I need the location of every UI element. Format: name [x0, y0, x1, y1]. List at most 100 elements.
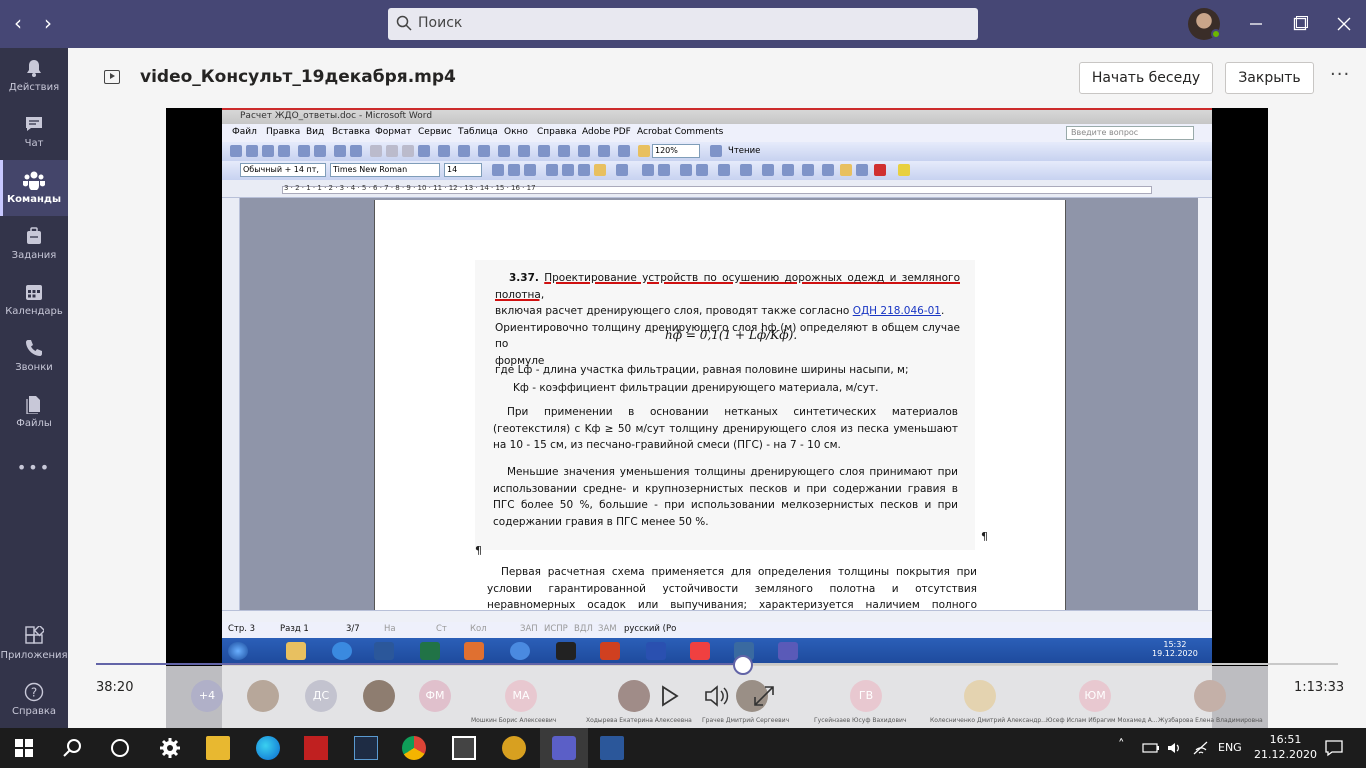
rail-more-button[interactable]: ••• [0, 448, 68, 488]
close-button[interactable]: Закрыть [1225, 62, 1314, 94]
volume-icon[interactable] [700, 680, 732, 712]
participant-avatar[interactable]: ДС [305, 680, 337, 712]
participant-avatar[interactable]: ФМ [419, 680, 451, 712]
zoom-box: 120% [652, 144, 700, 158]
word-ask-box: Введите вопрос [1066, 126, 1194, 140]
chrome-icon[interactable] [402, 736, 426, 760]
lightroom-icon[interactable] [354, 736, 378, 760]
rail-item-assignments[interactable]: Задания [0, 216, 68, 272]
video-editor-icon[interactable] [452, 736, 476, 760]
rail-item-files[interactable]: Файлы [0, 384, 68, 440]
settings-gear-icon[interactable] [158, 736, 182, 760]
presence-status-icon [1211, 29, 1221, 39]
where-line-1: где Lф - длина участка фильтрации, равна… [495, 364, 909, 376]
file-title: video_Консульт_19декабря.mp4 [140, 67, 456, 87]
word-ruler: 3 · 2 · 1 · 1 · 2 · 3 · 4 · 5 · 6 · 7 · … [222, 180, 1212, 198]
start-chat-button[interactable]: Начать беседу [1079, 62, 1213, 94]
participant-avatar[interactable]: ЮМ [1079, 680, 1111, 712]
file-explorer-icon[interactable] [206, 736, 230, 760]
participant-avatar[interactable] [363, 680, 395, 712]
teams-icon [23, 171, 45, 190]
menu-acrobat-comments: Acrobat Comments [637, 127, 724, 137]
rail-item-calls[interactable]: Звонки [0, 328, 68, 384]
windows-start-icon[interactable] [12, 736, 36, 760]
font-size-box: 14 [444, 163, 482, 177]
media-app-icon[interactable] [502, 736, 526, 760]
word-formatting-toolbar: Обычный + 14 пт, Times New Roman 14 [222, 161, 1212, 180]
participant-name: Грачев Дмитрий Сергеевич [702, 717, 790, 724]
title-bar: ‹ › Поиск [0, 0, 1366, 48]
style-box: Обычный + 14 пт, [240, 163, 326, 177]
menu-insert: Вставка [332, 127, 371, 137]
odn-link[interactable]: ОДН 218.046-01 [853, 305, 941, 317]
file-viewer-header: video_Консульт_19декабря.mp4 Начать бесе… [68, 48, 1366, 108]
menu-window: Окно [504, 127, 528, 137]
word-status-bar: Стр. 3 Разд 1 3/7 На Ст Кол ЗАП ИСПР ВДЛ… [222, 622, 1212, 638]
participant-avatar[interactable] [618, 680, 650, 712]
maximize-icon[interactable] [1290, 14, 1310, 34]
rail-item-help[interactable]: ? Справка [0, 672, 68, 728]
paragraph-reduction: Меньшие значения уменьшения толщины дрен… [493, 466, 958, 528]
search-icon [396, 15, 412, 31]
total-duration: 1:13:33 [1294, 680, 1345, 695]
document-page: 3.37. Проектирование устройств по осушен… [374, 200, 1066, 610]
language-indicator[interactable]: ENG [1218, 741, 1242, 754]
autocad-icon[interactable] [304, 736, 328, 760]
network-icon[interactable] [1192, 740, 1210, 756]
where-line-2: Kф - коэффициент фильтрации дренирующего… [513, 382, 879, 394]
shared-screen-word-window: Расчет ЖДО_ответы.doc - Microsoft Word Ф… [222, 108, 1212, 728]
participant-avatar[interactable]: МА [505, 680, 537, 712]
search-icon[interactable] [60, 736, 84, 760]
participant-name: Юсеф Ислам Ибрагим Мохамед А... [1046, 717, 1158, 724]
rail-item-teams[interactable]: Команды [0, 160, 68, 216]
svg-text:?: ? [31, 686, 37, 700]
formula: hф = 0,1(1 + Lф/Kф). [665, 328, 798, 342]
menu-table: Таблица [458, 127, 498, 137]
rail-item-activity[interactable]: Действия [0, 48, 68, 104]
word-title-bar: Расчет ЖДО_ответы.doc - Microsoft Word [222, 108, 1212, 124]
teams-icon[interactable] [552, 736, 576, 760]
help-icon: ? [24, 682, 44, 702]
minimize-icon[interactable] [1246, 14, 1266, 34]
system-clock[interactable]: 16:51 21.12.2020 [1254, 732, 1317, 762]
close-window-icon[interactable] [1334, 14, 1354, 34]
edge-icon[interactable] [256, 736, 280, 760]
battery-icon[interactable] [1142, 740, 1160, 756]
word-icon[interactable] [600, 736, 624, 760]
cortana-icon[interactable] [108, 736, 132, 760]
elapsed-time: 38:20 [96, 680, 134, 695]
fullscreen-icon[interactable] [748, 680, 780, 712]
bell-icon [27, 60, 41, 77]
notifications-icon[interactable] [1324, 738, 1344, 758]
play-icon[interactable] [652, 680, 684, 712]
progress-knob[interactable] [733, 655, 753, 675]
more-options-button[interactable]: ··· [1330, 64, 1350, 85]
menu-tools: Сервис [418, 127, 452, 137]
search-input[interactable]: Поиск [388, 8, 978, 40]
participant-avatar[interactable]: ГВ [850, 680, 882, 712]
chevron-up-icon[interactable]: ˄ [1118, 738, 1125, 753]
participant-avatar[interactable] [964, 680, 996, 712]
video-player[interactable]: Расчет ЖДО_ответы.doc - Microsoft Word Ф… [166, 108, 1268, 728]
pilcrow-mark: ¶ [981, 530, 988, 543]
forward-icon[interactable]: › [44, 12, 52, 34]
participant-avatar[interactable] [247, 680, 279, 712]
participant-avatar[interactable] [1194, 680, 1226, 712]
progress-track[interactable] [96, 663, 1338, 665]
paragraph-3-37: 3.37. Проектирование устройств по осушен… [495, 272, 960, 367]
progress-fill [96, 663, 743, 665]
phone-icon [26, 340, 42, 356]
chat-icon [26, 117, 42, 131]
windows-taskbar: ˄ ENG 16:51 21.12.2020 [0, 728, 1366, 768]
remote-taskbar: 15:32 19.12.2020 [222, 638, 1212, 664]
back-icon[interactable]: ‹ [14, 12, 22, 34]
menu-file: Файл [232, 127, 257, 137]
word-menu-bar: Файл Правка Вид Вставка Формат Сервис Та… [222, 124, 1212, 142]
reading-mode-label: Чтение [728, 146, 761, 156]
rail-item-calendar[interactable]: Календарь [0, 272, 68, 328]
word-horizontal-scrollbar [222, 610, 1212, 622]
rail-item-chat[interactable]: Чат [0, 104, 68, 160]
participant-more[interactable]: +4 [191, 680, 223, 712]
volume-icon[interactable] [1166, 740, 1184, 756]
rail-item-apps[interactable]: Приложения [0, 616, 68, 672]
